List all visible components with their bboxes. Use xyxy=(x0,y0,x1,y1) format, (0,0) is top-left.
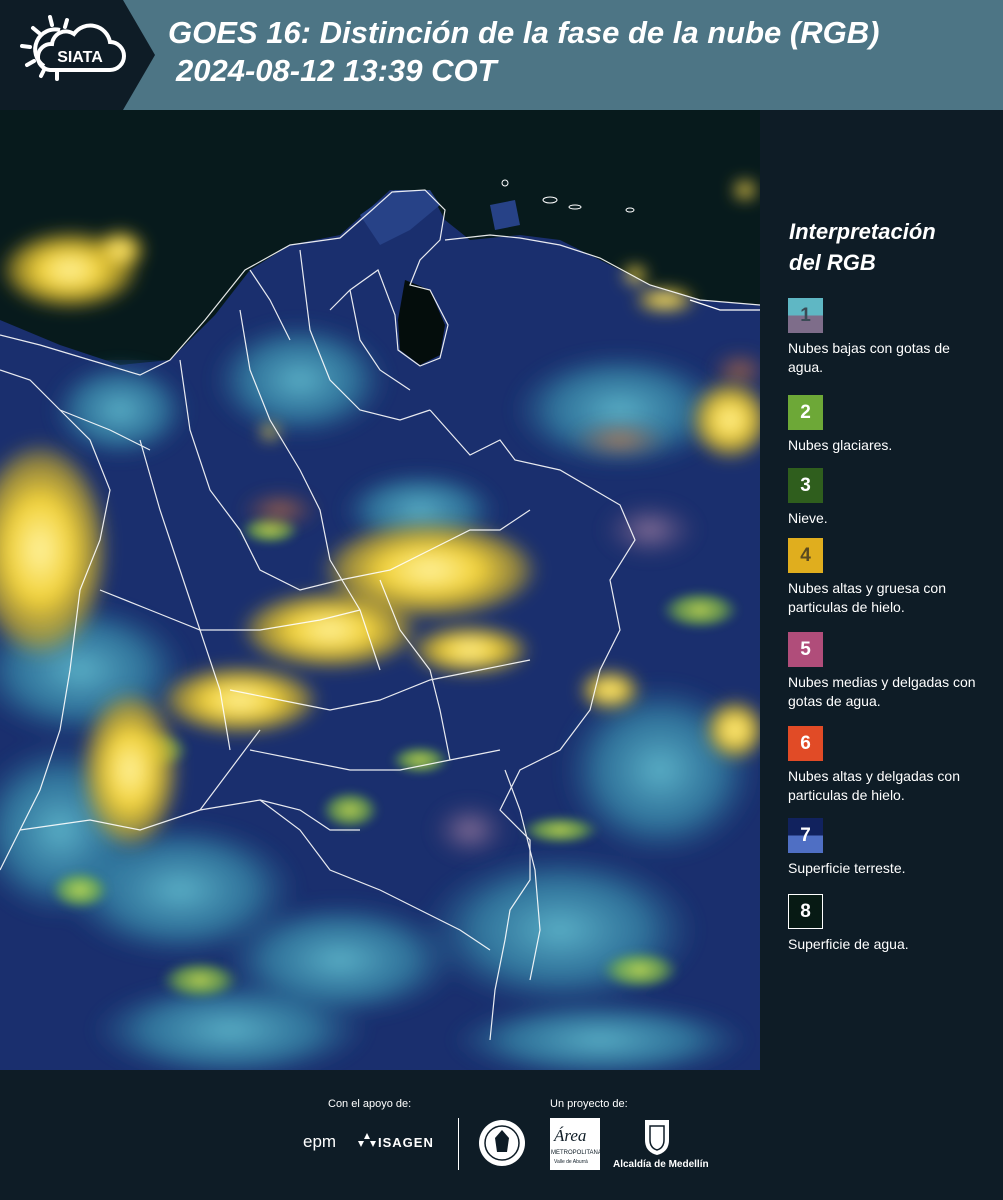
title-line-1: GOES 16: Distinción de la fase de la nub… xyxy=(168,15,880,50)
header-bar: SIATA GOES 16: Distinción de la fase de … xyxy=(0,0,1003,110)
legend-label-3: Nieve. xyxy=(788,510,828,526)
support-label: Con el apoyo de: xyxy=(328,1098,412,1110)
medellin-seal-icon xyxy=(477,1118,527,1168)
legend-swatch-7: 7 xyxy=(788,818,823,853)
alcaldia-coat-icon xyxy=(643,1118,671,1156)
legend-swatch-6: 6 xyxy=(788,726,823,761)
legend-swatch-8: 8 xyxy=(788,894,823,929)
legend-item-1: 1 Nubes bajas con gotas de agua. xyxy=(788,298,988,377)
legend-swatch-2: 2 xyxy=(788,395,823,430)
isagen-logo: ISAGEN xyxy=(378,1135,434,1150)
legend-swatch-1: 1 xyxy=(788,298,823,333)
alcaldia-logo-text: Alcaldía de Medellín xyxy=(613,1159,709,1170)
legend-number-6: 6 xyxy=(800,733,811,754)
area-logo-sub: METROPOLITANA xyxy=(551,1150,602,1156)
legend-label-1: Nubes bajas con gotas de agua. xyxy=(788,340,950,375)
legend-number-4: 4 xyxy=(800,545,811,566)
legend-swatch-3: 3 xyxy=(788,468,823,503)
legend-item-2: 2 Nubes glaciares. xyxy=(788,395,988,455)
legend-number-1: 1 xyxy=(800,305,811,326)
legend-title-line-2: del RGB xyxy=(789,250,876,275)
legend-swatch-4: 4 xyxy=(788,538,823,573)
legend-item-4: 4 Nubes altas y gruesa con particulas de… xyxy=(788,538,988,617)
legend-item-3: 3 Nieve. xyxy=(788,468,988,528)
satellite-map xyxy=(0,110,760,1070)
legend-number-5: 5 xyxy=(800,639,811,660)
legend-label-5: Nubes medias y delgadas con gotas de agu… xyxy=(788,674,976,709)
legend-title-line-1: Interpretación xyxy=(789,219,936,244)
epm-logo: epm xyxy=(303,1132,337,1151)
title-line-2: 2024-08-12 13:39 COT xyxy=(176,53,497,88)
legend-item-5: 5 Nubes medias y delgadas con gotas de a… xyxy=(788,632,988,711)
legend-number-8: 8 xyxy=(800,901,811,922)
rgb-legend: Interpretación del RGB 1 Nubes bajas con… xyxy=(770,110,1003,1070)
area-logo-text: Área xyxy=(554,1126,587,1145)
legend-label-6: Nubes altas y delgadas con particulas de… xyxy=(788,768,960,803)
legend-number-7: 7 xyxy=(800,825,811,846)
page-title: GOES 16: Distinción de la fase de la nub… xyxy=(168,14,879,90)
area-logo-sub2: Valle de Aburrá xyxy=(554,1159,588,1165)
legend-label-8: Superficie de agua. xyxy=(788,936,909,952)
legend-number-2: 2 xyxy=(800,402,811,423)
siata-logo: SIATA xyxy=(0,0,155,110)
logo-text: SIATA xyxy=(57,49,103,66)
isagen-icon xyxy=(358,1133,376,1149)
project-label: Un proyecto de: xyxy=(550,1098,628,1110)
legend-label-2: Nubes glaciares. xyxy=(788,437,893,453)
legend-item-8: 8 Superficie de agua. xyxy=(788,894,988,954)
footer: Con el apoyo de: Un proyecto de: epm ISA… xyxy=(0,1070,1003,1200)
legend-number-3: 3 xyxy=(800,475,811,496)
legend-label-7: Superficie terreste. xyxy=(788,860,906,876)
footer-divider xyxy=(458,1118,459,1170)
area-metropolitana-logo: Área METROPOLITANA Valle de Aburrá xyxy=(550,1118,602,1170)
legend-item-6: 6 Nubes altas y delgadas con particulas … xyxy=(788,726,988,805)
legend-swatch-5: 5 xyxy=(788,632,823,667)
legend-label-4: Nubes altas y gruesa con particulas de h… xyxy=(788,580,946,615)
legend-title: Interpretación del RGB xyxy=(789,216,936,278)
legend-item-7: 7 Superficie terreste. xyxy=(788,818,988,878)
